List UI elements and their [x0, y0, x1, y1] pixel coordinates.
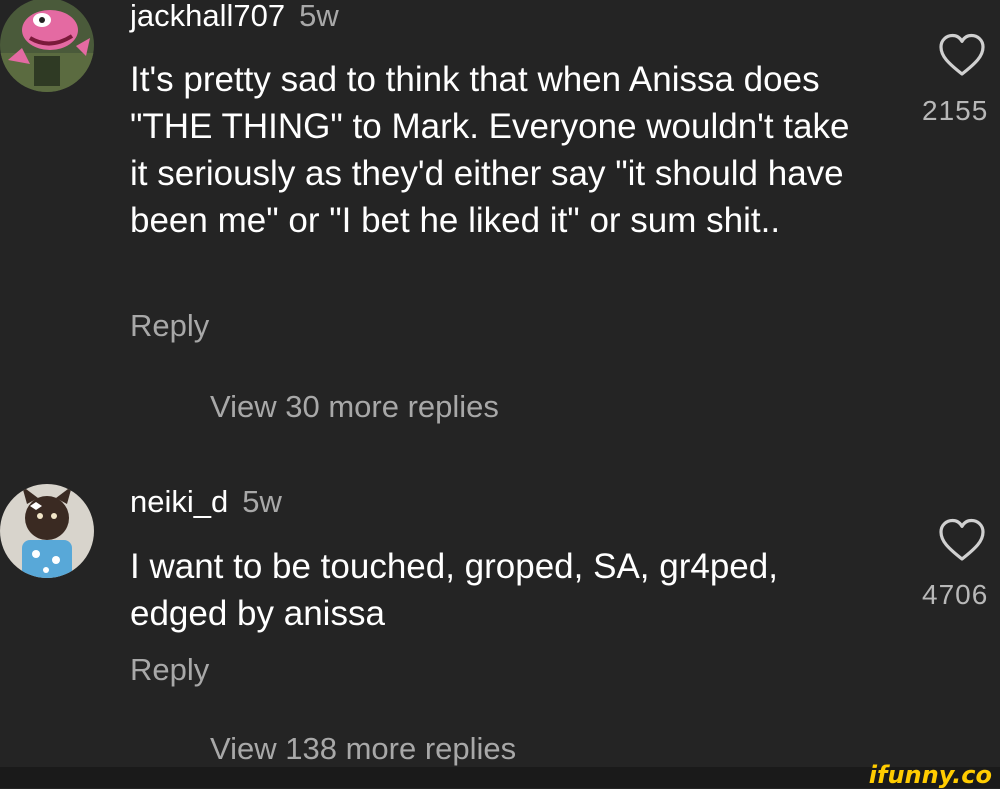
view-more-replies-button[interactable]: View 138 more replies — [210, 731, 516, 767]
heart-icon[interactable] — [938, 33, 986, 77]
like-count: 4706 — [922, 579, 989, 610]
footer-bar — [0, 767, 1000, 788]
username-text[interactable]: jackhall707 — [130, 0, 285, 33]
heart-icon[interactable] — [938, 518, 986, 562]
comment-username[interactable]: jackhall707 5w — [130, 0, 339, 34]
comment-age: 5w — [299, 0, 339, 33]
watermark-logo: ifunny.co — [868, 761, 992, 789]
comment-text: It's pretty sad to think that when Aniss… — [130, 60, 850, 240]
view-more-replies-button[interactable]: View 30 more replies — [210, 389, 499, 425]
comment-text: I want to be touched, groped, SA, gr4ped… — [130, 547, 778, 633]
like-count: 2155 — [922, 95, 989, 126]
comment-username[interactable]: neiki_d 5w — [130, 484, 282, 520]
pink-cartoon-avatar-icon — [0, 0, 94, 92]
furry-character-avatar-icon — [0, 484, 94, 578]
reply-button[interactable]: Reply — [130, 308, 209, 344]
reply-button[interactable]: Reply — [130, 652, 209, 688]
comment-age: 5w — [242, 484, 282, 519]
avatar[interactable] — [0, 484, 94, 578]
avatar[interactable] — [0, 0, 94, 92]
username-text[interactable]: neiki_d — [130, 484, 228, 519]
